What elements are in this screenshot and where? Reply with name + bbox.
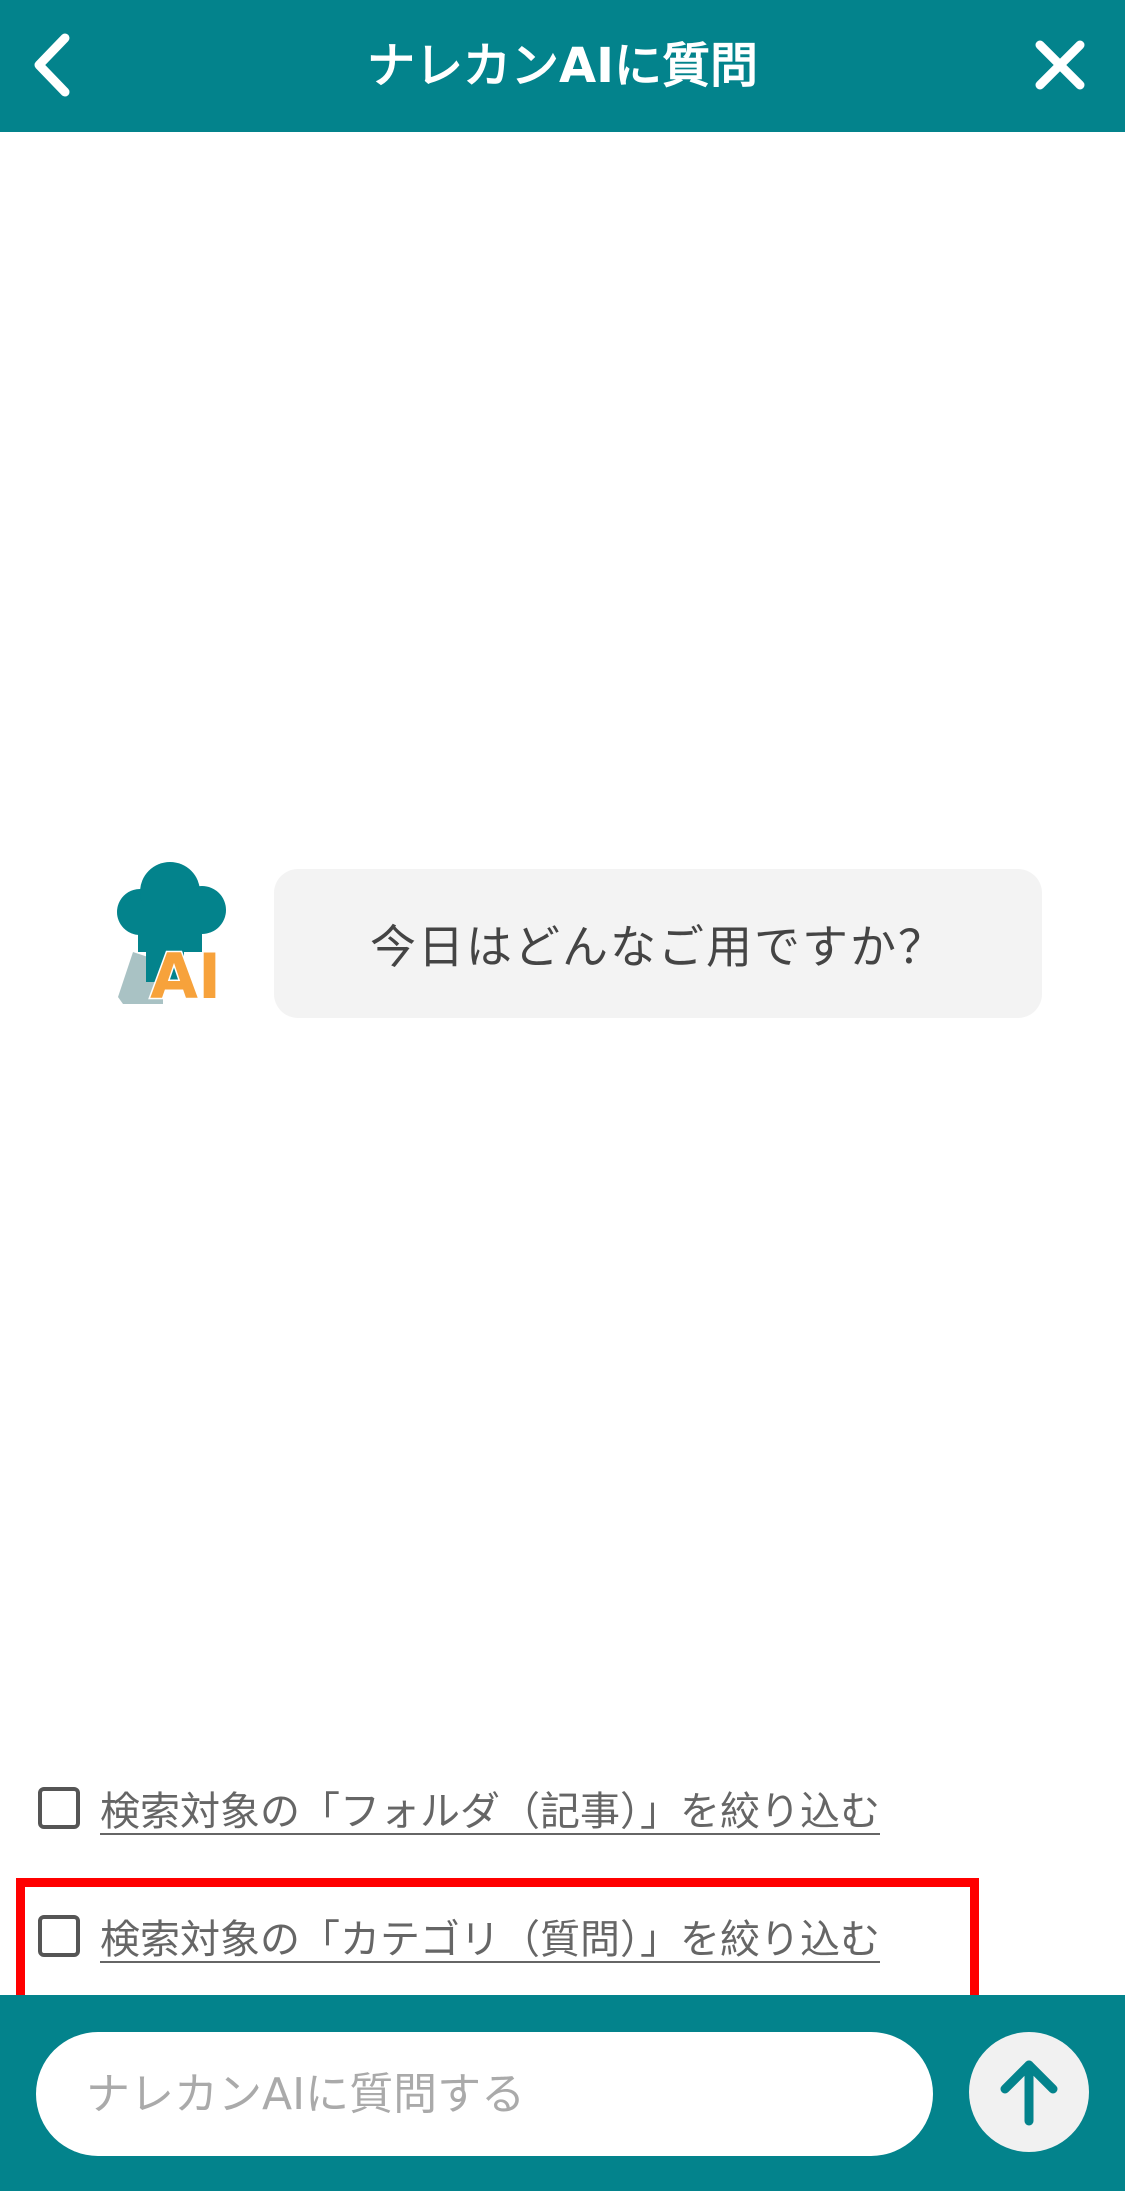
filter-folder-label[interactable]: 検索対象の「フォルダ（記事）」を絞り込む [100,1779,880,1837]
chevron-left-icon [34,33,70,97]
arrow-up-icon [1000,2060,1058,2126]
chat-message-bubble: 今日はどんなご用ですか？ [274,869,1042,1018]
filter-category-checkbox[interactable] [38,1915,80,1957]
chat-message-text: 今日はどんなご用ですか？ [370,919,946,974]
send-button[interactable] [969,2032,1089,2152]
ai-chef-avatar-icon: AI [117,862,226,1015]
ai-avatar: AI [108,862,236,1015]
filter-folder-checkbox[interactable] [38,1787,80,1829]
header-bar: ナレカンAIに質問 [0,0,1125,132]
question-input[interactable] [36,2032,933,2156]
filter-category-label[interactable]: 検索対象の「カテゴリ（質問）」を絞り込む [100,1907,880,1965]
back-button[interactable] [10,20,100,110]
close-icon [1035,40,1085,90]
filter-category-option[interactable]: 検索対象の「カテゴリ（質問）」を絞り込む [38,1901,880,1971]
composer-bar [0,1995,1125,2191]
avatar-label: AI [150,940,221,1004]
close-button[interactable] [1015,20,1105,110]
page-title: ナレカンAIに質問 [366,38,758,94]
filter-folder-option[interactable]: 検索対象の「フォルダ（記事）」を絞り込む [38,1773,880,1843]
